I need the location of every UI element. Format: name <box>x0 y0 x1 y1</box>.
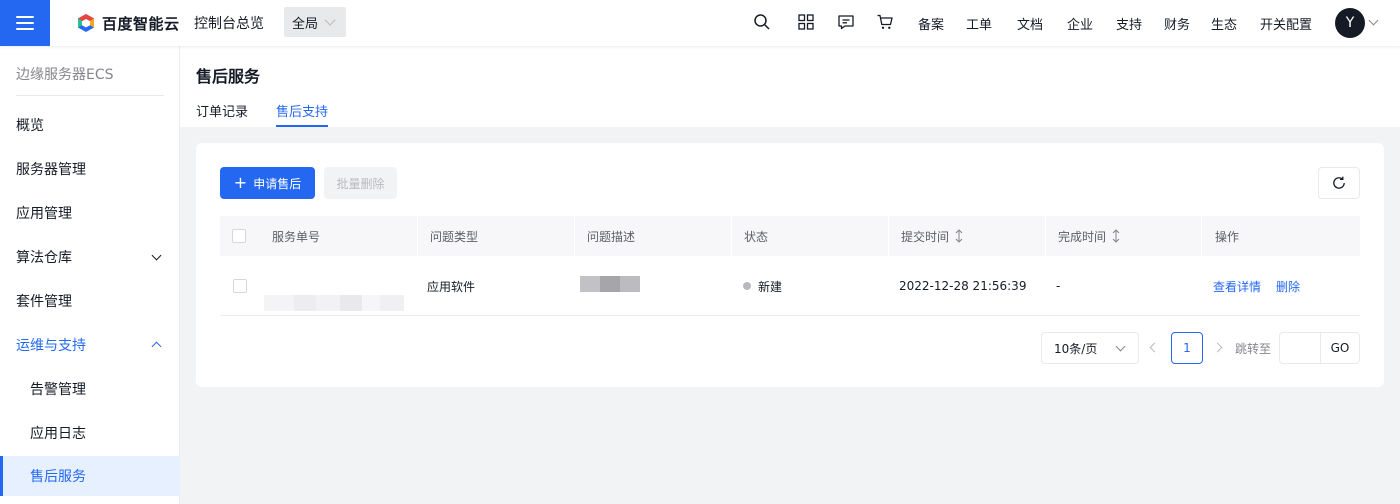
redacted-service-id <box>264 293 404 319</box>
page-number-current[interactable]: 1 <box>1171 332 1203 364</box>
status-label: 新建 <box>758 279 783 294</box>
apply-after-sales-button[interactable]: + 申请售后 <box>220 167 315 199</box>
table-row: 应用软件 新建 2022-12-28 21:56:39 - 查看详情 删除 <box>220 256 1360 316</box>
page-size-value: 10条/页 <box>1054 341 1098 356</box>
sidebar-item-server-management[interactable]: 服务器管理 <box>0 149 180 189</box>
plus-icon: + <box>233 172 248 192</box>
nav-link-enterprise[interactable]: 企业 <box>1067 14 1093 33</box>
page-header: 售后服务 订单记录 售后支持 <box>180 46 1400 127</box>
refresh-icon <box>1333 176 1345 189</box>
page-size-select[interactable]: 10条/页 <box>1041 332 1139 364</box>
sidebar-item-alert-management[interactable]: 告警管理 <box>0 369 180 409</box>
sidebar-item-label: 服务器管理 <box>16 162 86 178</box>
tab-after-sales-support[interactable]: 售后支持 <box>276 101 329 127</box>
row-checkbox[interactable] <box>233 279 247 293</box>
jump-page-input[interactable] <box>1279 332 1321 364</box>
column-header-label: 提交时间 <box>901 229 950 244</box>
sidebar-item-label: 概览 <box>16 118 44 134</box>
cell-complete-time: - <box>1056 279 1061 293</box>
chevron-down-icon <box>1115 341 1126 352</box>
apply-after-sales-label: 申请售后 <box>253 176 302 191</box>
nav-link-beian[interactable]: 备案 <box>918 14 944 33</box>
batch-delete-button[interactable]: 批量删除 <box>324 167 397 199</box>
prev-page-icon[interactable] <box>1149 342 1160 353</box>
refresh-button[interactable] <box>1318 167 1360 199</box>
next-page-icon[interactable] <box>1212 342 1223 353</box>
nav-link-ticket[interactable]: 工单 <box>966 14 992 33</box>
brand-name: 百度智能云 <box>102 14 180 33</box>
column-header-issue-type: 问题类型 <box>430 229 479 244</box>
column-separator <box>417 216 418 256</box>
cell-submit-time: 2022-12-28 21:56:39 <box>899 279 1027 293</box>
sidebar-item-label: 售后服务 <box>30 469 86 485</box>
delete-link[interactable]: 删除 <box>1276 256 1300 316</box>
sidebar-item-label: 告警管理 <box>30 382 86 398</box>
select-all-checkbox[interactable] <box>232 229 246 243</box>
cart-icon[interactable] <box>876 13 894 31</box>
region-select[interactable]: 全局 <box>284 7 346 37</box>
user-avatar[interactable]: Y <box>1335 8 1365 38</box>
column-separator <box>731 216 732 256</box>
sidebar-product-title: 边缘服务器ECS <box>16 67 114 83</box>
chevron-down-icon[interactable] <box>1368 15 1379 26</box>
status-dot-icon <box>743 282 751 290</box>
sidebar-item-suite-management[interactable]: 套件管理 <box>0 281 180 321</box>
column-separator <box>1201 216 1202 256</box>
view-details-link[interactable]: 查看详情 <box>1213 256 1261 316</box>
nav-link-docs[interactable]: 文档 <box>1017 14 1043 33</box>
sidebar-item-app-logs[interactable]: 应用日志 <box>0 413 180 453</box>
brand-logo[interactable]: 百度智能云 <box>76 11 180 35</box>
column-separator <box>888 216 889 256</box>
grid-apps-icon[interactable] <box>797 13 815 31</box>
column-header-issue-description: 问题描述 <box>587 229 636 244</box>
nav-link-ecosystem[interactable]: 生态 <box>1211 14 1237 33</box>
column-header-label: 完成时间 <box>1058 229 1107 244</box>
sidebar-item-label: 运维与支持 <box>16 338 86 354</box>
menu-toggle-button[interactable] <box>0 0 50 46</box>
sidebar-item-algorithm-repo[interactable]: 算法仓库 <box>0 237 180 277</box>
search-icon[interactable] <box>753 13 771 31</box>
sidebar-item-label: 算法仓库 <box>16 250 72 266</box>
chevron-down-icon <box>151 250 162 261</box>
column-header-status: 状态 <box>744 229 769 244</box>
nav-link-support[interactable]: 支持 <box>1116 14 1142 33</box>
cell-issue-type: 应用软件 <box>427 279 476 294</box>
redacted-issue-description <box>580 276 640 296</box>
column-separator <box>1045 216 1046 256</box>
sidebar-item-label: 应用日志 <box>30 426 86 442</box>
sidebar-item-label: 套件管理 <box>16 294 72 310</box>
sidebar-item-label: 应用管理 <box>16 206 72 222</box>
sidebar-item-overview[interactable]: 概览 <box>0 105 180 145</box>
sidebar-item-app-management[interactable]: 应用管理 <box>0 193 180 233</box>
column-header-complete-time[interactable]: 完成时间 <box>1058 216 1120 256</box>
sidebar: 边缘服务器ECS 概览 服务器管理 应用管理 算法仓库 套件管理 运维与支持 告… <box>0 46 180 504</box>
top-bar: 百度智能云 控制台总览 全局 备案 工单 文档 企业 支持 财务 生态 开关配置… <box>0 0 1400 46</box>
jump-go-button[interactable]: GO <box>1320 332 1360 364</box>
column-header-submit-time[interactable]: 提交时间 <box>901 216 963 256</box>
chevron-up-icon <box>151 341 162 352</box>
cell-status: 新建 <box>743 256 782 316</box>
sidebar-item-ops-support[interactable]: 运维与支持 <box>0 325 180 365</box>
nav-link-switch-config[interactable]: 开关配置 <box>1260 14 1312 33</box>
console-overview-link[interactable]: 控制台总览 <box>194 13 264 33</box>
column-separator <box>574 216 575 256</box>
region-value: 全局 <box>292 16 319 32</box>
chevron-down-icon <box>324 14 336 26</box>
page-title: 售后服务 <box>196 67 261 86</box>
jump-to-label: 跳转至 <box>1235 342 1272 356</box>
message-icon[interactable] <box>837 13 855 31</box>
column-header-service-id: 服务单号 <box>272 229 321 244</box>
sort-icon <box>955 229 963 243</box>
sidebar-item-after-sales[interactable]: 售后服务 <box>0 456 180 496</box>
tab-order-records[interactable]: 订单记录 <box>196 101 248 127</box>
sort-icon <box>1112 229 1120 243</box>
table-header: 服务单号 问题类型 问题描述 状态 提交时间 完成时间 操作 <box>220 216 1360 256</box>
content-card: + 申请售后 批量删除 服务单号 问题类型 问题描述 状态 提交时间 完成时间 … <box>196 143 1384 387</box>
nav-link-finance[interactable]: 财务 <box>1164 14 1190 33</box>
cloud-logo-icon <box>78 14 94 32</box>
after-sales-table: 服务单号 问题类型 问题描述 状态 提交时间 完成时间 操作 应用软件 新建 2… <box>220 216 1360 316</box>
column-header-actions: 操作 <box>1215 229 1240 244</box>
sidebar-divider <box>16 95 164 96</box>
hamburger-icon <box>16 16 34 30</box>
